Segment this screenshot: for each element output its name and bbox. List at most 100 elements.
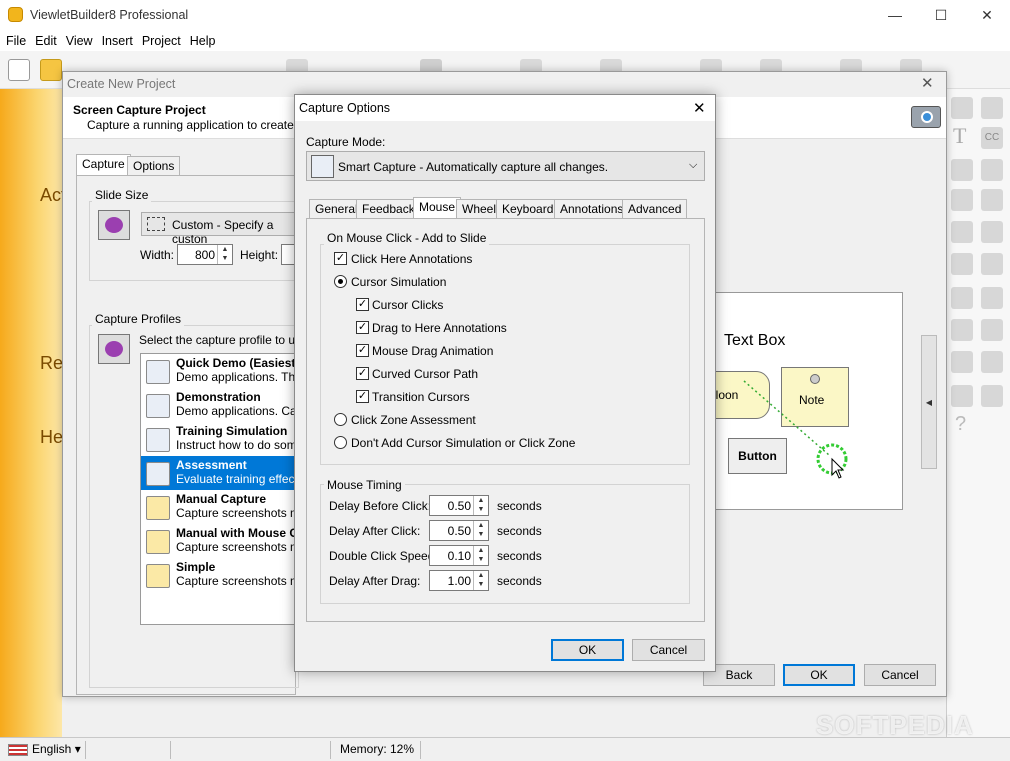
capture-options-cancel-button[interactable]: Cancel [632,639,705,661]
profile-name: Manual with Mouse C [176,526,299,540]
mouse-timing-label: Mouse Timing [324,478,405,492]
menu-file[interactable]: File [3,31,29,51]
list-tool-icon[interactable] [951,351,973,373]
smart-capture-icon [311,155,334,178]
shape-tool-icon[interactable] [951,189,973,211]
tab-keyboard[interactable]: Keyboard [496,199,560,219]
close-icon[interactable]: ✕ [964,0,1010,31]
image-tool-icon[interactable] [981,253,1003,275]
spinner-arrows-icon[interactable]: ▲ ▼ [473,571,488,590]
tel-tool-icon[interactable] [951,385,973,407]
profile-item-assessment[interactable]: Assessment Evaluate training effectiv [141,456,302,490]
curved-path-label: Curved Cursor Path [372,367,479,381]
cursor-sim-radio[interactable] [334,275,347,288]
balloon-tool-icon[interactable] [951,97,973,119]
menu-help[interactable]: Help [187,31,219,51]
seconds-label: seconds [497,499,542,513]
cc-tool-icon[interactable]: CC [981,127,1003,149]
zoom-tool-icon[interactable] [981,287,1003,309]
capture-profiles-icon [98,334,130,364]
profile-item-simple[interactable]: Simple Capture screenshots ma [141,558,303,592]
hand-tool-icon[interactable] [981,351,1003,373]
profile-desc: Capture screenshots ma [176,574,303,588]
click-here-label: Click Here Annotations [351,252,473,266]
select-tool-icon[interactable] [981,221,1003,243]
delay-after-value: 0.50 [447,524,471,538]
profile-item-manual-mouse[interactable]: Manual with Mouse C Capture screenshots m… [141,524,302,558]
capture-options-ok-button[interactable]: OK [551,639,624,661]
profile-item-manual-capture[interactable]: Manual Capture Capture screenshots ma [141,490,302,524]
spinner-arrows-icon[interactable]: ▲ ▼ [217,245,232,264]
menu-insert[interactable]: Insert [99,31,136,51]
preview-collapse-arrow-icon[interactable]: ◀ [921,335,937,469]
cursor-tool-icon[interactable] [951,159,973,181]
click-zone-radio[interactable] [334,413,347,426]
tab-feedback[interactable]: Feedback [356,199,421,219]
profile-name: Demonstration [176,390,261,404]
close-icon[interactable]: ✕ [921,74,934,92]
capture-profiles-list[interactable]: Quick Demo (Easiest) Demo applications. T… [140,353,303,625]
copy-tool-icon[interactable] [951,319,973,341]
delay-after-drag-input[interactable]: 1.00 ▲ ▼ [429,570,489,591]
cancel-button[interactable]: Cancel [864,664,936,686]
transition-cursors-checkbox[interactable]: ✓ [356,390,369,403]
drag-here-checkbox[interactable]: ✓ [356,321,369,334]
question-tool-icon[interactable]: ? [955,413,966,436]
menu-edit[interactable]: Edit [32,31,60,51]
menu-project[interactable]: Project [139,31,184,51]
drop-tool-icon[interactable] [951,253,973,275]
window-tool-icon[interactable] [981,385,1003,407]
close-icon[interactable]: ✕ [693,99,706,117]
seconds-label: seconds [497,524,542,538]
spinner-arrows-icon[interactable]: ▲ ▼ [473,496,488,515]
ok-button[interactable]: OK [783,664,855,686]
height-label: Height: [240,248,279,262]
double-click-input[interactable]: 0.10 ▲ ▼ [429,545,489,566]
click-here-checkbox[interactable]: ✓ [334,252,347,265]
capture-mode-select[interactable]: Smart Capture - Automatically capture al… [306,151,705,181]
tab-annotations[interactable]: Annotations [554,199,630,219]
preview-cursor-path [743,380,848,479]
note-tool-icon[interactable] [981,97,1003,119]
tab-mouse[interactable]: Mouse [413,197,462,219]
tab-options[interactable]: Options [127,156,181,176]
slide-size-icon [98,210,130,240]
capture-profiles-label: Capture Profiles [92,312,185,326]
app-logo-icon [8,7,23,22]
open-folder-icon[interactable] [40,59,62,81]
group-tool-icon[interactable] [951,287,973,309]
tab-capture[interactable]: Capture [76,154,131,176]
profile-hand-icon [146,564,170,588]
sound-tool-icon[interactable] [981,159,1003,181]
new-project-icon[interactable] [8,59,30,81]
ok-tool-icon[interactable] [981,319,1003,341]
menu-view[interactable]: View [63,31,96,51]
delay-before-input[interactable]: 0.50 ▲ ▼ [429,495,489,516]
project-heading: Screen Capture Project [73,103,206,117]
width-input[interactable]: 800 ▲ ▼ [177,244,233,265]
arrow-tool-icon[interactable] [981,189,1003,211]
delay-after-drag-label: Delay After Drag: [329,574,421,588]
profile-item-demonstration[interactable]: Demonstration Demo applications. Captu [141,388,302,422]
text-tool-icon[interactable]: T [953,123,966,149]
spinner-arrows-icon[interactable]: ▲ ▼ [473,546,488,565]
delay-after-input[interactable]: 0.50 ▲ ▼ [429,520,489,541]
profile-item-quick-demo[interactable]: Quick Demo (Easiest) Demo applications. T… [141,354,302,388]
spinner-arrows-icon[interactable]: ▲ ▼ [473,521,488,540]
profile-cursor-icon [146,394,170,418]
pen-tool-icon[interactable] [951,221,973,243]
profile-name: Assessment [176,458,247,472]
delay-before-value: 0.50 [447,499,471,513]
curved-path-checkbox[interactable]: ✓ [356,367,369,380]
drag-animation-checkbox[interactable]: ✓ [356,344,369,357]
dont-add-label: Don't Add Cursor Simulation or Click Zon… [351,436,576,450]
tab-advanced[interactable]: Advanced [622,199,688,219]
profile-item-training[interactable]: Training Simulation Instruct how to do so… [141,422,302,456]
minimize-icon[interactable]: — [872,0,918,31]
maximize-icon[interactable]: ☐ [918,0,964,31]
dont-add-radio[interactable] [334,436,347,449]
slide-size-select[interactable]: Custom - Specify a custon [141,212,301,246]
us-flag-icon [8,744,28,756]
language-select[interactable]: English ▾ [32,742,81,756]
cursor-clicks-checkbox[interactable]: ✓ [356,298,369,311]
